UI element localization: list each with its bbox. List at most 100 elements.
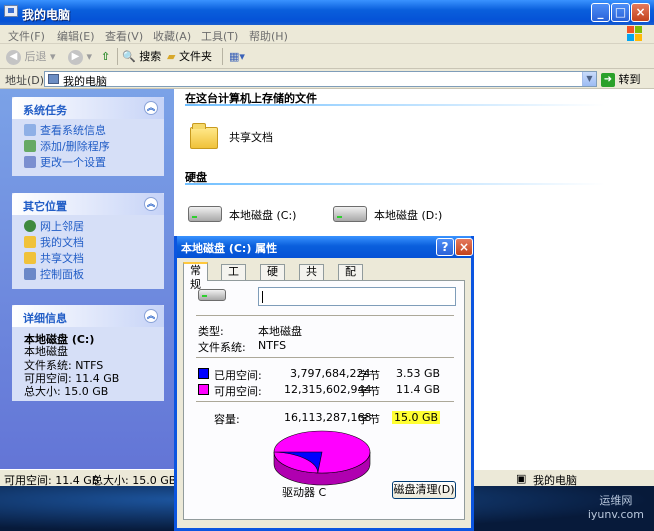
network-places-link[interactable]: 网上邻居 [24, 219, 84, 235]
used-space-swatch [198, 368, 209, 379]
control-panel-icon [24, 156, 36, 168]
menu-file[interactable]: 文件(F) [8, 28, 45, 44]
go-button[interactable]: ➜ 转到 [601, 71, 651, 87]
my-computer-icon: ▣ [516, 472, 527, 485]
folder-icon [24, 236, 36, 248]
capacity-size: 15.0 GB [392, 411, 441, 424]
dialog-close-button[interactable]: × [455, 238, 473, 256]
views-button[interactable]: ▦▾ [229, 48, 245, 66]
dialog-title: 本地磁盘 (C:) 属性 [181, 242, 278, 255]
menu-favorites[interactable]: 收藏(A) [153, 28, 191, 44]
window-title: 我的电脑 [22, 8, 71, 22]
collapse-icon[interactable]: ︽ [144, 101, 158, 115]
text-caret [262, 291, 263, 303]
type-label: 类型: [198, 325, 224, 338]
tab-hardware[interactable]: 硬件 [260, 264, 285, 292]
shared-documents-item[interactable]: 共享文档 [188, 119, 328, 153]
maximize-button[interactable]: □ [611, 3, 630, 22]
menu-help[interactable]: 帮助(H) [249, 28, 288, 44]
system-info-icon [24, 124, 36, 136]
volume-label-input[interactable] [258, 287, 456, 306]
add-remove-icon [24, 140, 36, 152]
other-places-panel: 其它位置 ︽ 网上邻居 我的文档 共享文档 控制面板 [12, 193, 164, 289]
used-size: 3.53 GB [396, 367, 441, 380]
tab-tools[interactable]: 工具 [221, 264, 246, 292]
disk-cleanup-button[interactable]: 磁盘清理(D) [392, 481, 456, 499]
drive-label: 驱动器 C [282, 486, 327, 499]
view-system-info-link[interactable]: 查看系统信息 [24, 123, 106, 139]
divider [196, 357, 454, 358]
used-label: 已用空间: [214, 369, 262, 382]
go-arrow-icon: ➜ [601, 73, 615, 87]
up-folder-icon[interactable]: ⇧ [101, 48, 110, 66]
folder-icon [190, 123, 218, 149]
free-space-swatch [198, 384, 209, 395]
tab-general[interactable]: 常规 [183, 262, 208, 291]
menu-tools[interactable]: 工具(T) [201, 28, 238, 44]
add-remove-programs-link[interactable]: 添加/删除程序 [24, 139, 110, 155]
collapse-icon[interactable]: ︽ [144, 197, 158, 211]
address-value: 我的电脑 [63, 75, 107, 88]
details-header[interactable]: 详细信息 ︽ [12, 305, 164, 327]
used-unit: 字节 [358, 369, 380, 382]
network-icon [24, 220, 36, 232]
forward-button[interactable]: ▶ ▾ [68, 48, 92, 66]
shared-documents-link[interactable]: 共享文档 [24, 251, 84, 267]
details-panel: 详细信息 ︽ 本地磁盘 (C:) 本地磁盘 文件系统: NTFS 可用空间: 1… [12, 305, 164, 401]
system-tasks-panel: 系统任务 ︽ 查看系统信息 添加/删除程序 更改一个设置 [12, 97, 164, 176]
disk-usage-pie-chart [273, 430, 371, 486]
folders-button[interactable]: ▰ 文件夹 [167, 48, 212, 66]
system-tasks-header[interactable]: 系统任务 ︽ [12, 97, 164, 119]
watermark: 运维网 iyunv.com [587, 494, 644, 521]
folders-icon: ▰ [167, 50, 176, 63]
filesystem-label: 文件系统: [198, 341, 246, 354]
free-label: 可用空间: [214, 385, 262, 398]
minimize-button[interactable]: _ [591, 3, 610, 22]
hard-disk-icon [333, 206, 367, 222]
windows-logo-icon [627, 26, 642, 41]
other-places-header[interactable]: 其它位置 ︽ [12, 193, 164, 215]
search-button[interactable]: 🔍 搜索 [122, 48, 161, 66]
free-size: 11.4 GB [396, 383, 441, 396]
address-label: 地址(D) [5, 74, 45, 87]
address-input[interactable]: 我的电脑 ▼ [44, 71, 597, 88]
divider [196, 401, 454, 402]
task-pane: 系统任务 ︽ 查看系统信息 添加/删除程序 更改一个设置 其它位置 ︽ 网上邻居 [0, 89, 174, 469]
menu-edit[interactable]: 编辑(E) [57, 28, 95, 44]
details-total: 总大小: 15.0 GB [24, 385, 109, 398]
control-panel-icon [24, 268, 36, 280]
views-icon: ▦ [229, 50, 240, 63]
tab-quota[interactable]: 配额 [338, 264, 363, 292]
toolbar-separator [117, 48, 118, 65]
divider [196, 315, 454, 316]
address-bar: 地址(D) 我的电脑 ▼ ➜ 转到 [0, 69, 654, 89]
close-button[interactable]: × [631, 3, 650, 22]
hard-disk-icon [188, 206, 222, 222]
type-value: 本地磁盘 [258, 325, 302, 338]
general-tab-page: 类型: 本地磁盘 文件系统: NTFS 已用空间: 3,797,684,224 … [183, 280, 465, 520]
folder-icon [24, 252, 36, 264]
group-divider [185, 183, 605, 185]
help-button[interactable]: ? [436, 238, 454, 256]
drive-d-item[interactable]: 本地磁盘 (D:) [331, 201, 461, 227]
capacity-label: 容量: [214, 413, 240, 426]
search-icon: 🔍 [122, 50, 136, 63]
menu-bar: 文件(F) 编辑(E) 查看(V) 收藏(A) 工具(T) 帮助(H) [0, 25, 654, 44]
back-arrow-icon: ◀ [6, 49, 21, 65]
change-setting-link[interactable]: 更改一个设置 [24, 155, 106, 171]
tab-sharing[interactable]: 共享 [299, 264, 324, 292]
back-button[interactable]: ◀ 后退 ▾ [6, 48, 56, 66]
collapse-icon[interactable]: ︽ [144, 309, 158, 323]
drive-c-item[interactable]: 本地磁盘 (C:) [186, 201, 316, 227]
hard-disk-icon [198, 289, 226, 301]
menu-view[interactable]: 查看(V) [105, 28, 143, 44]
my-documents-link[interactable]: 我的文档 [24, 235, 84, 251]
dialog-title-bar[interactable]: 本地磁盘 (C:) 属性 ? × [177, 236, 473, 258]
chevron-down-icon[interactable]: ▼ [582, 72, 596, 86]
my-computer-icon [48, 74, 59, 84]
properties-dialog: 本地磁盘 (C:) 属性 ? × 常规 工具 硬件 共享 配额 类型: 本地磁盘… [174, 236, 474, 531]
control-panel-link[interactable]: 控制面板 [24, 267, 84, 283]
group-divider [185, 104, 605, 106]
title-bar[interactable]: 我的电脑 _ □ × [0, 0, 654, 25]
toolbar: ◀ 后退 ▾ ▶ ▾ ⇧ 🔍 搜索 ▰ 文件夹 ▦▾ [0, 44, 654, 69]
